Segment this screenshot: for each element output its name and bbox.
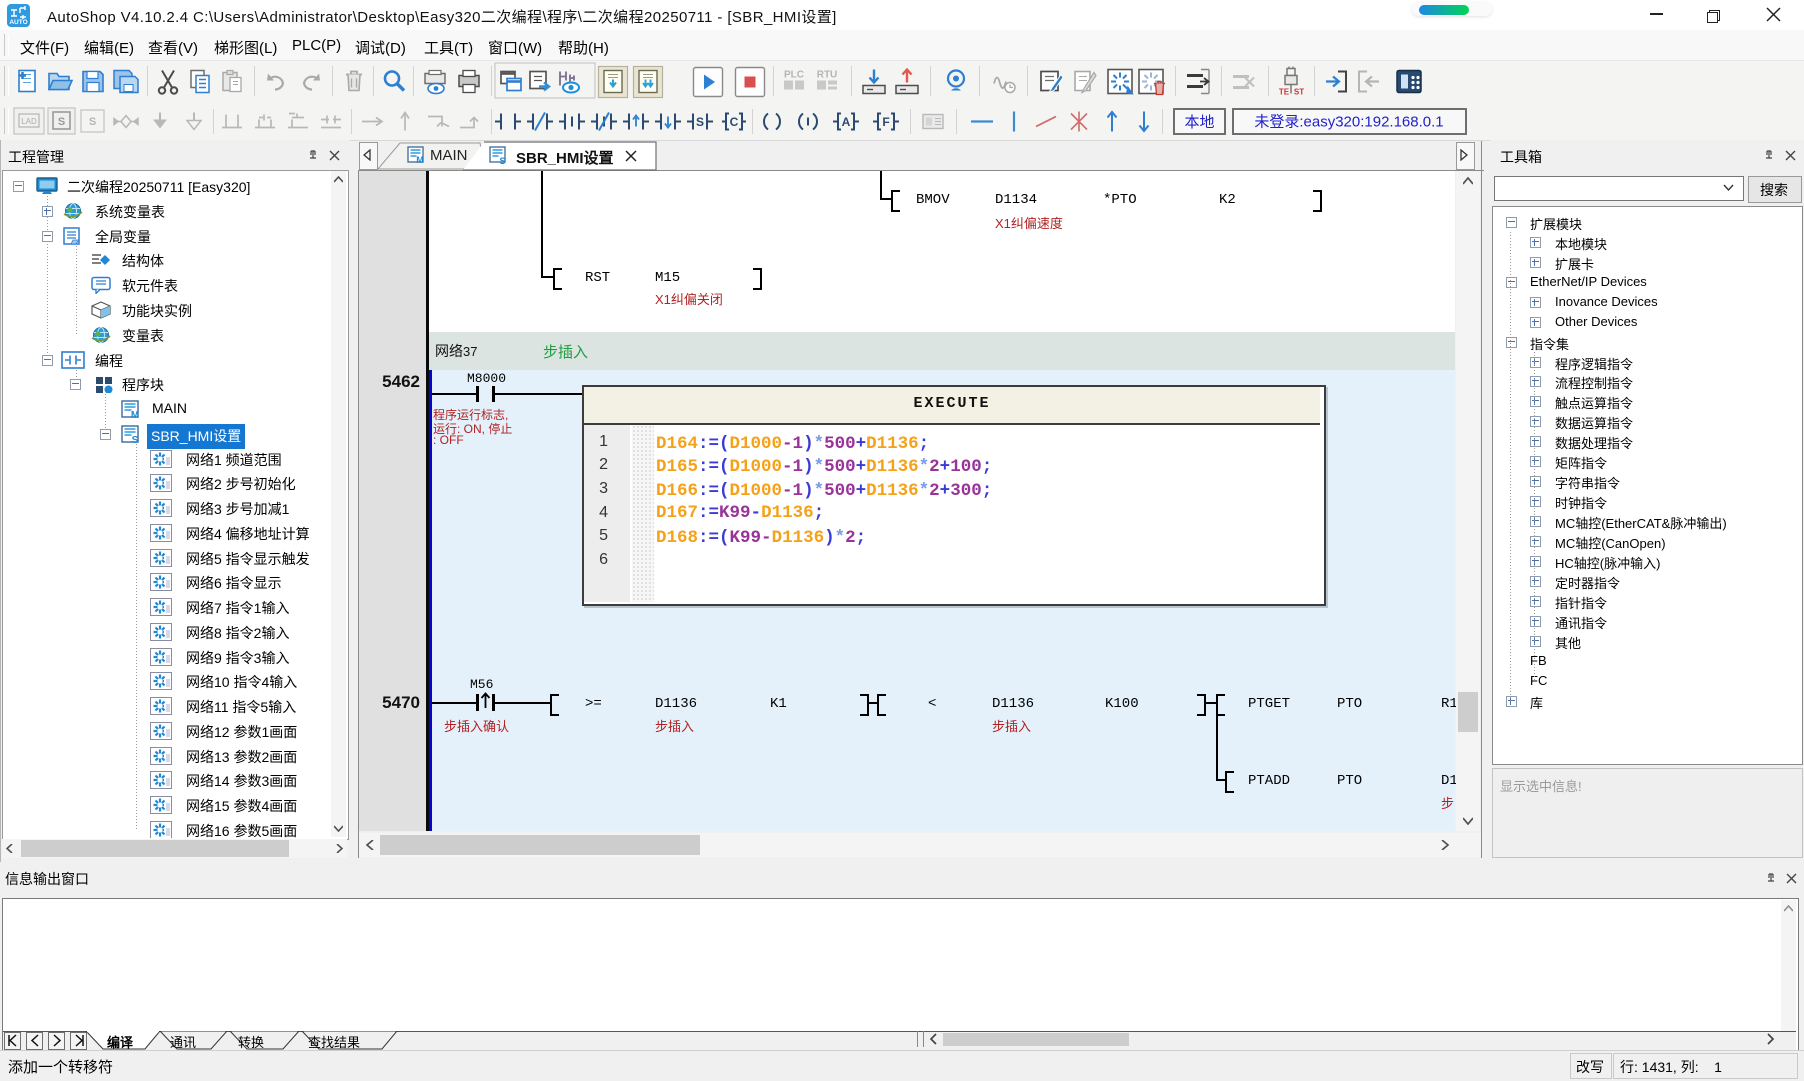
svg-text:S: S <box>696 115 704 129</box>
svg-text:未登录:easy320:192.168.0.1: 未登录:easy320:192.168.0.1 <box>1254 114 1443 131</box>
svg-text:本地: 本地 <box>1184 114 1214 131</box>
svg-text:F: F <box>882 115 889 129</box>
svg-text:M: M <box>131 410 139 419</box>
svg-text:C: C <box>730 115 739 129</box>
svg-text:AUTO: AUTO <box>9 19 27 26</box>
svg-text:M: M <box>416 155 424 165</box>
svg-text:S: S <box>89 116 96 128</box>
svg-text:S: S <box>499 156 505 166</box>
svg-text:ST: ST <box>1294 88 1304 97</box>
svg-text:LAD: LAD <box>21 117 37 126</box>
svg-text:S: S <box>132 435 139 444</box>
svg-text:PLC: PLC <box>784 70 804 81</box>
svg-text:S: S <box>58 116 65 128</box>
svg-text:RTU: RTU <box>817 70 838 81</box>
svg-text:A: A <box>842 115 851 129</box>
svg-text:TE: TE <box>1279 88 1290 97</box>
